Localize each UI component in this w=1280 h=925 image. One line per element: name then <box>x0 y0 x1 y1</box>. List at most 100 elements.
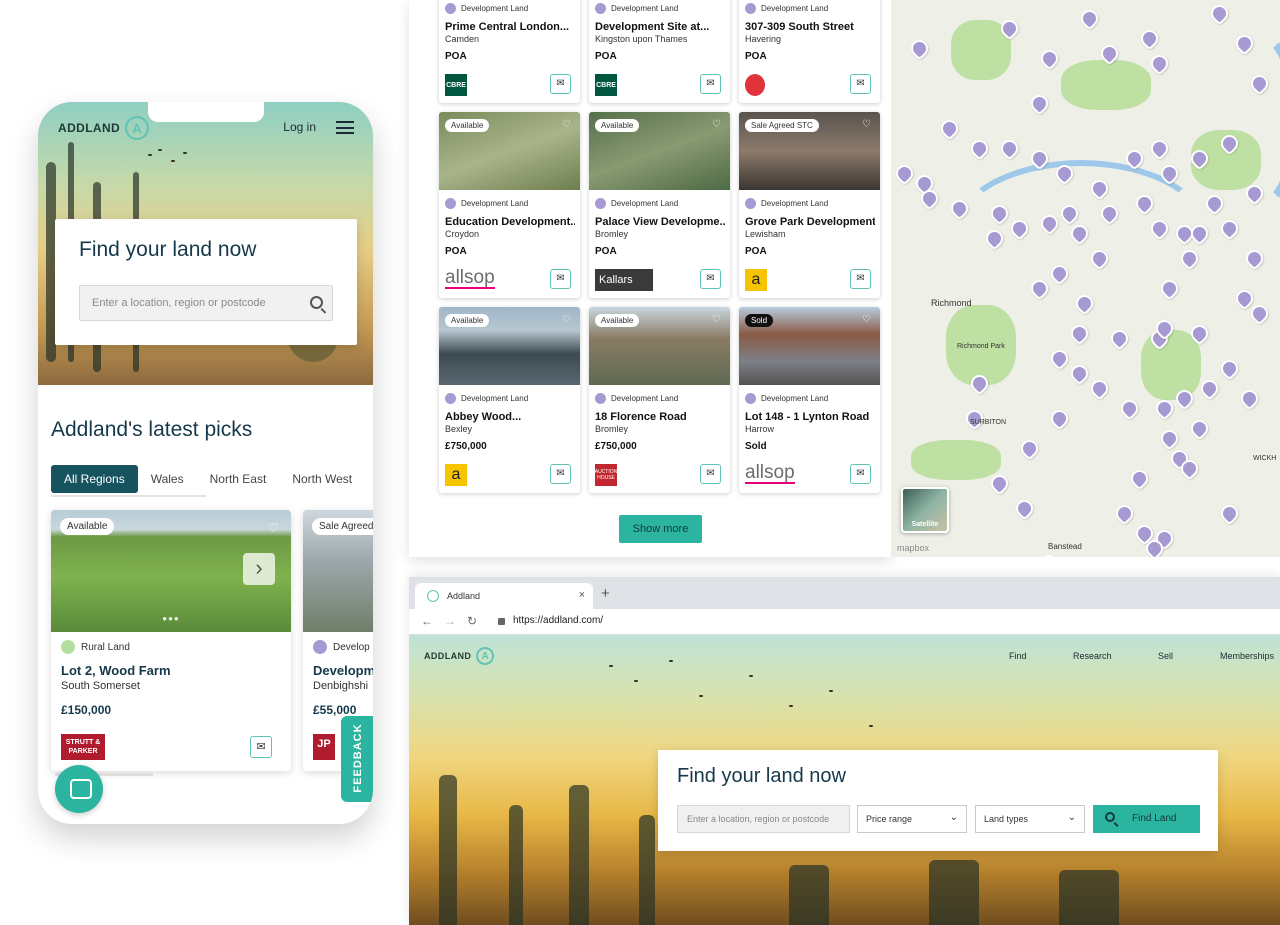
mobile-search-input[interactable]: Enter a location, region or postcode <box>79 285 333 321</box>
map-pin-icon[interactable] <box>1127 466 1152 491</box>
development-land-icon <box>313 640 327 654</box>
browser-tab[interactable]: Addland × <box>415 583 593 609</box>
mail-icon[interactable]: ✉ <box>250 736 272 758</box>
listing-card[interactable]: Sold ♡ ●○○○○ Development Land Lot 148 - 1 Ly… <box>739 307 880 493</box>
listing-card[interactable]: Development Land 307-309 South Street Have… <box>739 0 880 103</box>
mail-icon[interactable]: ✉ <box>700 269 721 289</box>
address-bar[interactable]: https://addland.com/ <box>513 615 603 626</box>
map-pin-icon[interactable] <box>1112 501 1137 526</box>
tab-wales[interactable]: Wales <box>138 465 197 493</box>
tab-north-west[interactable]: North West <box>279 465 365 493</box>
map-pin-icon[interactable] <box>1037 551 1062 557</box>
feedback-tab[interactable]: FEEDBACK <box>341 716 373 802</box>
map-pin-icon[interactable] <box>1047 406 1072 431</box>
back-icon[interactable]: ← <box>421 614 433 628</box>
listing-location: Bromley <box>595 229 629 239</box>
map-pin-icon[interactable] <box>997 136 1022 161</box>
listings-map[interactable]: Richmond Richmond Park SURBITON Banstead… <box>891 0 1280 557</box>
mail-icon[interactable]: ✉ <box>700 464 721 484</box>
heart-icon[interactable]: ♡ <box>712 314 721 325</box>
map-pin-icon[interactable] <box>1247 301 1272 326</box>
map-pin-icon[interactable] <box>987 471 1012 496</box>
heart-icon[interactable]: ♡ <box>268 521 279 535</box>
heart-icon[interactable]: ♡ <box>562 119 571 130</box>
map-pin-icon[interactable] <box>937 116 962 141</box>
mail-icon[interactable]: ✉ <box>850 74 871 94</box>
map-pin-icon[interactable] <box>1217 356 1242 381</box>
show-more-button[interactable]: Show more <box>619 515 702 543</box>
mail-icon[interactable]: ✉ <box>550 269 571 289</box>
listing-card[interactable]: Available ♡ ●○○○○ Development Land Education… <box>439 112 580 298</box>
price-range-select[interactable]: Price range ⌄ <box>857 805 967 833</box>
map-pin-icon[interactable] <box>1217 501 1242 526</box>
nav-memberships[interactable]: Memberships <box>1220 651 1274 661</box>
map-pin-icon[interactable] <box>1242 246 1267 271</box>
nav-sell[interactable]: Sell <box>1158 651 1173 661</box>
mail-icon[interactable]: ✉ <box>850 269 871 289</box>
listing-price: POA <box>745 51 767 62</box>
agent-logo: CBRE <box>595 74 617 96</box>
new-tab-icon[interactable]: + <box>601 585 610 602</box>
land-types-select[interactable]: Land types ⌄ <box>975 805 1085 833</box>
heart-icon[interactable]: ♡ <box>712 119 721 130</box>
search-icon[interactable] <box>310 296 323 309</box>
map-pin-icon[interactable] <box>1047 346 1072 371</box>
mail-icon[interactable]: ✉ <box>550 74 571 94</box>
mail-icon[interactable]: ✉ <box>550 464 571 484</box>
listing-card[interactable]: Available ♡ › ●●● Rural Land Lot 2, Wood… <box>51 510 291 771</box>
reload-icon[interactable]: ↻ <box>467 614 477 628</box>
map-pin-icon[interactable] <box>1027 91 1052 116</box>
mobile-mockup: ADDLAND A Log in Find your land now Ente… <box>38 102 373 824</box>
desktop-logo[interactable]: ADDLAND A <box>424 647 495 665</box>
land-type: Development Land <box>445 393 528 404</box>
map-pin-icon[interactable] <box>1157 426 1182 451</box>
map-pin-icon[interactable] <box>1237 386 1262 411</box>
login-link[interactable]: Log in <box>283 120 316 134</box>
tab-north-east[interactable]: North East <box>197 465 280 493</box>
map-pin-icon[interactable] <box>1017 436 1042 461</box>
hamburger-menu-icon[interactable] <box>336 121 354 134</box>
listing-card[interactable]: Sale Agreed STC ♡ ●○○○○ Development Land Gro… <box>739 112 880 298</box>
listing-card[interactable]: Available ♡ ●○○○○ Development Land Abbey Woo… <box>439 307 580 493</box>
map-pin-icon[interactable] <box>1217 216 1242 241</box>
map-pin-icon[interactable] <box>1012 496 1037 521</box>
map-pin-icon[interactable] <box>1107 326 1132 351</box>
nav-research[interactable]: Research <box>1073 651 1112 661</box>
map-pin-icon[interactable] <box>1117 396 1142 421</box>
heart-icon[interactable]: ♡ <box>562 314 571 325</box>
nav-find[interactable]: Find <box>1009 651 1027 661</box>
map-pin-icon[interactable] <box>892 161 917 186</box>
map-pin-icon[interactable] <box>1087 376 1112 401</box>
listing-card[interactable]: Available ♡ ●○○○○ Development Land Palace Vi… <box>589 112 730 298</box>
heart-icon[interactable]: ♡ <box>862 119 871 130</box>
map-pin-icon[interactable] <box>1147 51 1172 76</box>
listing-card[interactable]: Available ♡ ●○○○○ Development Land 18 Floren… <box>589 307 730 493</box>
tab-all-regions[interactable]: All Regions <box>51 465 138 493</box>
map-pin-icon[interactable] <box>1152 396 1177 421</box>
listing-card[interactable]: Development Land Development Site at... Ki… <box>589 0 730 103</box>
map-pin-icon[interactable] <box>967 136 992 161</box>
map-pin-icon[interactable] <box>1197 376 1222 401</box>
chat-icon[interactable] <box>55 765 103 813</box>
listing-location: Havering <box>745 34 782 44</box>
map-pin-icon[interactable] <box>1037 46 1062 71</box>
map-pin-icon[interactable] <box>1147 136 1172 161</box>
heart-icon[interactable]: ♡ <box>862 314 871 325</box>
map-pin-icon[interactable] <box>1137 26 1162 51</box>
chevron-right-icon[interactable]: › <box>243 553 275 585</box>
map-pin-icon[interactable] <box>1067 321 1092 346</box>
mail-icon[interactable]: ✉ <box>850 464 871 484</box>
listing-price: POA <box>445 246 467 257</box>
map-pin-icon[interactable] <box>1187 416 1212 441</box>
mail-icon[interactable]: ✉ <box>700 74 721 94</box>
close-tab-icon[interactable]: × <box>579 589 585 601</box>
location-search-input[interactable]: Enter a location, region or postcode <box>677 805 850 833</box>
listing-card[interactable]: Development Land Prime Central London... C… <box>439 0 580 103</box>
forward-icon[interactable]: → <box>444 614 456 628</box>
mobile-logo[interactable]: ADDLAND A <box>58 116 150 140</box>
satellite-toggle[interactable]: Satellite <box>901 487 949 533</box>
find-land-button[interactable]: Find Land <box>1093 805 1200 833</box>
map-pin-icon[interactable] <box>1067 361 1092 386</box>
map-pin-icon[interactable] <box>1077 6 1102 31</box>
map-pin-icon[interactable] <box>907 36 932 61</box>
